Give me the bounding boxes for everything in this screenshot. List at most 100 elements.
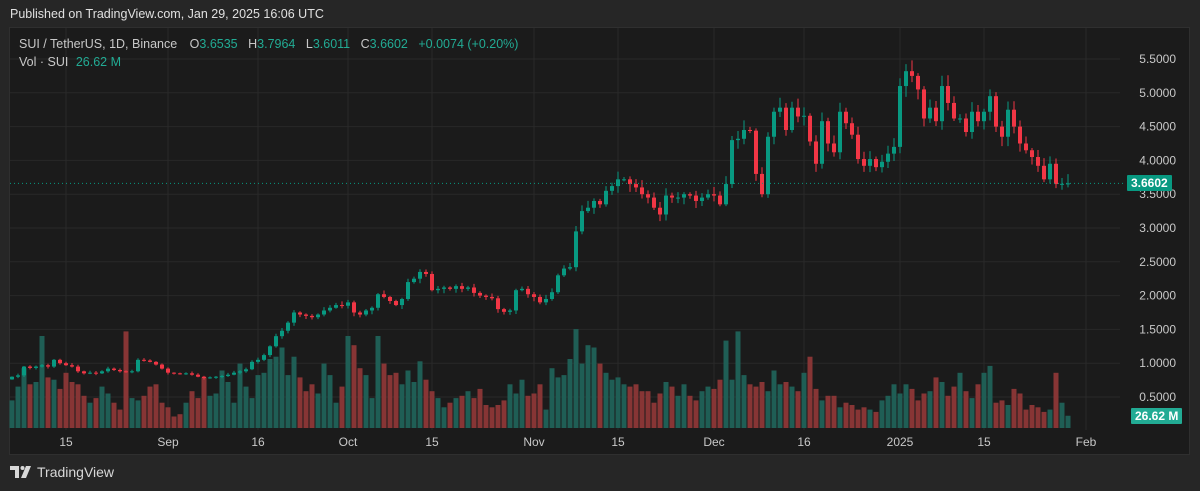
volume-bar <box>429 391 435 428</box>
volume-bar <box>51 379 57 428</box>
volume-bar <box>81 395 87 428</box>
volume-bar <box>921 393 927 428</box>
volume-bar <box>261 372 267 428</box>
candle-body <box>40 365 44 367</box>
candle-body <box>70 365 74 367</box>
volume-bar <box>771 370 777 428</box>
volume-bar <box>681 384 687 428</box>
volume-bar <box>1005 405 1011 428</box>
volume-bar <box>447 402 453 428</box>
change-value: +0.0074 (+0.20%) <box>418 37 519 51</box>
candle-body <box>496 298 500 310</box>
candle-body <box>682 194 686 198</box>
candle-body <box>334 305 338 308</box>
volume-bar <box>525 395 531 428</box>
candle-body <box>196 374 200 377</box>
candle-body <box>280 330 284 337</box>
volume-bar <box>63 372 69 428</box>
volume-bar <box>891 384 897 428</box>
candle-body <box>124 371 128 373</box>
candle-body <box>328 307 332 311</box>
candle-body <box>34 366 38 368</box>
candle-body <box>364 310 368 315</box>
volume-bar <box>723 340 729 428</box>
candle-body <box>28 366 32 368</box>
volume-bar <box>657 393 663 428</box>
candle-body <box>826 121 830 144</box>
volume-bar <box>627 386 633 428</box>
volume-bar <box>177 414 183 428</box>
y-tick-label: 1.0000 <box>1139 356 1176 370</box>
volume-bar <box>951 386 957 428</box>
volume-bar <box>663 382 669 428</box>
candle-body <box>808 115 812 142</box>
candle-body <box>1030 150 1034 158</box>
volume-bar <box>1011 388 1017 428</box>
candle-body <box>52 359 56 367</box>
volume-bar <box>861 407 867 428</box>
candle-body <box>274 336 278 347</box>
tradingview-logo-icon <box>10 466 31 478</box>
volume-bar <box>759 382 765 428</box>
candle-body <box>712 194 716 196</box>
candle-body <box>472 287 476 293</box>
volume-bar <box>867 409 873 428</box>
candle-body <box>448 287 452 289</box>
volume-bar <box>141 395 147 428</box>
volume-bar <box>669 386 675 428</box>
candle-body <box>256 359 260 362</box>
volume-bar <box>87 402 93 428</box>
volume-bar <box>633 384 639 428</box>
candle-body <box>322 310 326 315</box>
candle-body <box>10 376 14 380</box>
candle-body <box>142 359 146 361</box>
candle-body <box>844 111 848 124</box>
candle-body <box>928 107 932 119</box>
candle-body <box>106 368 110 372</box>
candle-body <box>610 186 614 191</box>
candle-body <box>862 159 866 166</box>
y-tick-label: 4.5000 <box>1139 120 1176 134</box>
candle-body <box>304 314 308 316</box>
candle-body <box>370 307 374 311</box>
volume-bar <box>939 382 945 428</box>
volume-bar <box>693 400 699 428</box>
volume-bar <box>303 391 309 428</box>
volume-bar <box>843 402 849 428</box>
candle-body <box>202 376 206 379</box>
candle-body <box>538 296 542 303</box>
candle-body <box>346 302 350 306</box>
high-value: 3.7964 <box>257 37 296 51</box>
candle-body <box>790 107 794 130</box>
volume-bar <box>357 368 363 428</box>
candle-body <box>358 312 362 315</box>
candle-body <box>442 287 446 289</box>
candle-body <box>922 89 926 119</box>
x-tick-label: 15 <box>977 435 991 449</box>
volume-bar <box>1059 402 1065 428</box>
volume-bar <box>183 402 189 428</box>
volume-bar <box>297 377 303 428</box>
candle-body <box>436 288 440 291</box>
y-tick-label: 5.0000 <box>1139 86 1176 100</box>
footer-brand[interactable]: TradingView <box>10 464 114 480</box>
candle-body <box>232 372 236 375</box>
volume-bar <box>483 405 489 428</box>
candle-body <box>1024 143 1028 151</box>
volume-bar <box>981 372 987 428</box>
close-value: 3.6602 <box>369 37 408 51</box>
volume-bar <box>405 370 411 428</box>
y-tick-label: 3.0000 <box>1139 221 1176 235</box>
candle-body <box>622 179 626 181</box>
symbol-title[interactable]: SUI / TetherUS, 1D, Binance <box>19 37 177 51</box>
candle-body <box>592 200 596 208</box>
volume-bar <box>987 365 993 428</box>
candle-body <box>226 374 230 377</box>
volume-row: Vol · SUI 26.62 M <box>19 53 518 71</box>
volume-bar <box>591 347 597 428</box>
candle-body <box>736 138 740 141</box>
volume-bar <box>753 386 759 428</box>
volume-bar <box>249 398 255 428</box>
candlestick-chart[interactable]: 5.50005.00004.50004.00003.50003.00002.50… <box>0 0 1200 491</box>
candle-body <box>244 369 248 372</box>
